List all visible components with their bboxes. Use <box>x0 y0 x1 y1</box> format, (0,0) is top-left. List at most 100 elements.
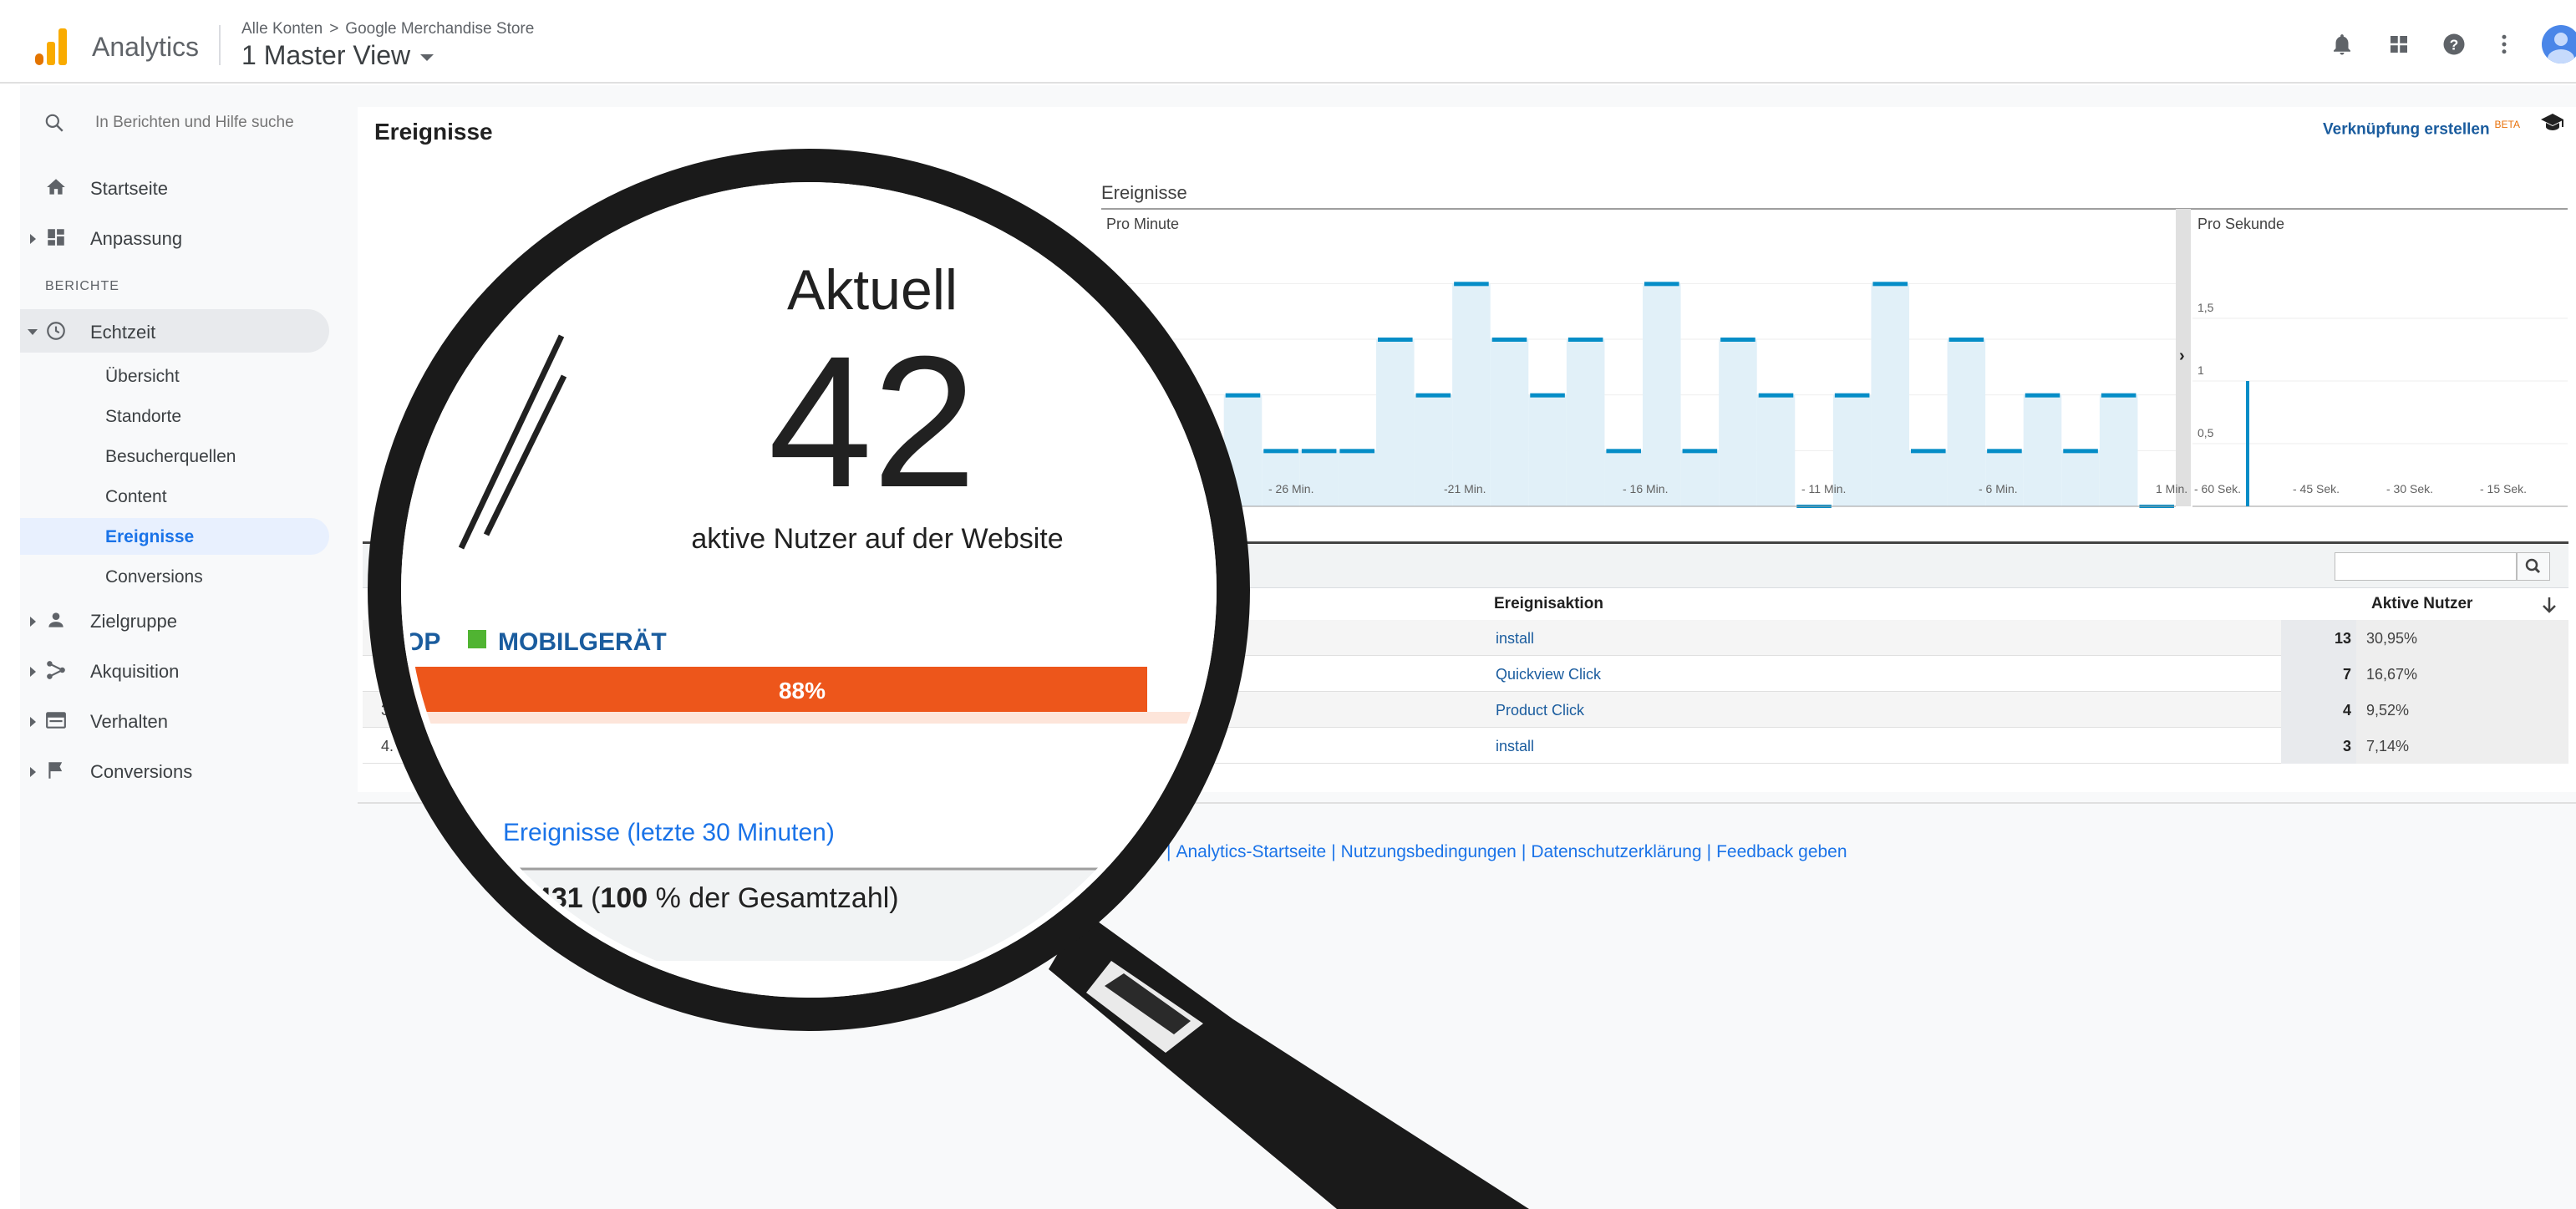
sidebar-subitem-label: Übersicht <box>105 367 180 386</box>
sidebar-subitem-locations[interactable]: Standorte <box>20 398 329 434</box>
sidebar-item-home[interactable]: Startseite <box>20 165 329 209</box>
column-header-event-action[interactable]: Ereignisaktion <box>1494 595 1603 613</box>
apps-grid-icon[interactable] <box>2386 32 2411 57</box>
sidebar-item-behavior[interactable]: Verhalten <box>20 698 329 742</box>
table-search-input[interactable] <box>2335 552 2517 581</box>
more-vert-icon[interactable] <box>2492 32 2517 57</box>
breadcrumb-property[interactable]: Google Merchandise Store <box>345 20 534 38</box>
dashboard-icon <box>48 229 64 246</box>
minute-bar-fill <box>1338 450 1376 506</box>
expand-arrow-icon[interactable] <box>30 234 36 244</box>
breadcrumb[interactable]: Alle Konten > Google Merchandise Store <box>241 20 534 38</box>
column-header-active-users[interactable]: Aktive Nutzer <box>2371 595 2472 613</box>
minute-bar-fill <box>1604 450 1643 506</box>
event-action-link[interactable]: install <box>1496 738 1534 755</box>
minute-bar-fill <box>1223 394 1263 506</box>
clock-icon <box>47 322 65 340</box>
bell-icon[interactable] <box>2330 32 2355 57</box>
minute-bar-fill <box>1680 450 1720 506</box>
chart-area: Pro Minute › Pro Sekunde - 26 Min. -21 Mi… <box>1101 207 2568 509</box>
expand-arrow-icon[interactable] <box>30 617 36 627</box>
sidebar-item-conversions[interactable]: Conversions <box>20 749 329 792</box>
header-divider <box>219 25 221 65</box>
event-action-link[interactable]: Quickview Click <box>1496 666 1601 683</box>
sidebar-item-label: Zielgruppe <box>90 611 177 632</box>
avatar[interactable] <box>2542 25 2576 63</box>
footer-link-terms[interactable]: Nutzungsbedingungen <box>1341 842 1517 861</box>
section-label: BERICHTE <box>45 279 119 293</box>
minute-bar-fill <box>1528 394 1567 506</box>
minute-bar-fill <box>1947 339 1986 506</box>
home-icon <box>47 179 65 195</box>
footer: | Analytics-Startseite | Nutzungsbedingunge… <box>1161 842 1847 862</box>
minute-bar <box>1720 338 1755 342</box>
search-icon <box>2525 558 2541 574</box>
analytics-logo[interactable] <box>35 28 69 65</box>
collapse-arrow-icon[interactable] <box>28 329 38 335</box>
sidebar-subitem-traffic-sources[interactable]: Besucherquellen <box>20 438 329 475</box>
minute-bar-fill <box>1756 394 1796 506</box>
minute-x-tick-label: 1 Min. <box>2156 482 2187 495</box>
footer-link-home[interactable]: Analytics-Startseite <box>1176 842 1326 861</box>
breadcrumb-separator: > <box>329 20 339 38</box>
sidebar-subitem-conversions[interactable]: Conversions <box>20 558 329 595</box>
sidebar-item-label: Verhalten <box>90 711 168 732</box>
minute-bar <box>1911 449 1946 454</box>
beta-badge: BETA <box>2494 119 2520 130</box>
minute-bar <box>1834 393 1870 398</box>
footer-link-feedback[interactable]: Feedback geben <box>1716 842 1847 861</box>
minute-bar-fill <box>1490 339 1529 506</box>
table-row: 4. install 3 7,14% <box>363 728 2568 764</box>
sidebar-item-acquisition[interactable]: Akquisition <box>20 648 329 692</box>
minute-bar-fill <box>1909 450 1948 506</box>
minute-bar <box>1263 449 1298 454</box>
search-input[interactable] <box>95 110 321 135</box>
sidebar-item-customization[interactable]: Anpassung <box>20 216 329 259</box>
chart-toggle-chevron-icon[interactable]: › <box>2179 347 2185 365</box>
table-search-button[interactable] <box>2517 552 2550 581</box>
expand-arrow-icon[interactable] <box>30 717 36 727</box>
minute-bar-fill <box>1262 450 1300 506</box>
event-action-link[interactable]: Product Click <box>1496 702 1584 719</box>
search-icon <box>45 114 64 132</box>
page-title: Ereignisse <box>374 119 493 145</box>
sidebar-item-realtime[interactable]: Echtzeit <box>20 309 329 353</box>
minute-bar <box>1339 449 1374 454</box>
sidebar-subitem-content[interactable]: Content <box>20 478 329 515</box>
sidebar-subitem-events[interactable]: Ereignisse <box>20 518 329 555</box>
minute-bar-fill <box>1299 450 1339 506</box>
graduation-cap-icon[interactable] <box>2540 112 2565 134</box>
footer-separator: | <box>1521 842 1527 861</box>
event-action-link[interactable]: install <box>1496 630 1534 648</box>
expand-arrow-icon[interactable] <box>30 767 36 777</box>
events-charts: Pro Minute › Pro Sekunde - 26 Min. -21 Mi… <box>1101 208 2568 509</box>
sort-desc-arrow-icon[interactable] <box>2540 595 2558 615</box>
sidebar-item-audience[interactable]: Zielgruppe <box>20 598 329 642</box>
sidebar-subitem-overview[interactable]: Übersicht <box>20 358 329 394</box>
second-y-tick-label: 0,5 <box>2197 426 2214 439</box>
row-index: 1. <box>381 630 394 647</box>
sidebar-subitem-label: Besucherquellen <box>105 447 236 466</box>
expand-arrow-icon[interactable] <box>30 667 36 677</box>
minute-bar <box>1187 449 1222 454</box>
sidebar-subitem-label: Content <box>105 487 167 506</box>
minute-bar-fill <box>2023 394 2062 506</box>
minute-x-tick-label: - 11 Min. <box>1801 482 1846 495</box>
create-shortcut-button[interactable]: Verknüpfung erstellen BETA <box>2323 119 2520 139</box>
minute-bar-fill <box>1376 339 1415 506</box>
breadcrumb-account[interactable]: Alle Konten <box>241 20 323 38</box>
sidebar-search[interactable] <box>20 102 329 144</box>
second-bars-group <box>2246 381 2249 506</box>
second-x-ticks: - 60 Sek. - 45 Sek. - 30 Sek. - 15 Sek. <box>2194 482 2527 495</box>
minute-bar-fill <box>1985 450 2024 506</box>
help-icon[interactable]: ? <box>2441 32 2467 57</box>
sidebar-item-label: Akquisition <box>90 661 180 682</box>
row-index: 4. <box>381 738 394 754</box>
product-name: Analytics <box>92 32 200 62</box>
row-index: 2. <box>381 666 394 683</box>
footer-link-privacy[interactable]: Datenschutzerklärung <box>1531 842 1701 861</box>
footer-separator: | <box>1706 842 1712 861</box>
minute-bar <box>1225 393 1261 398</box>
sidebar-item-label: Startseite <box>90 178 168 199</box>
view-selector[interactable]: 1 Master View <box>241 40 434 71</box>
